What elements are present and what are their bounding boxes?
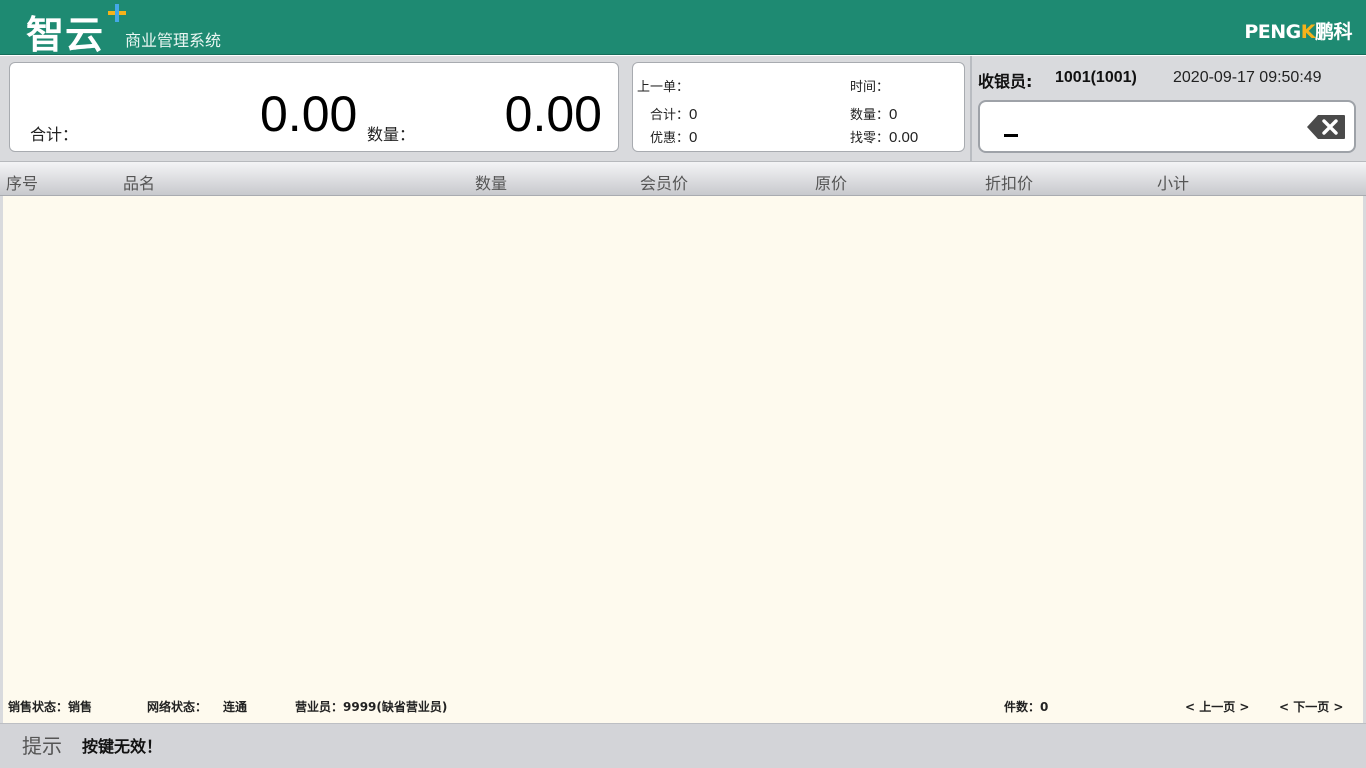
total-value: 0.00 <box>260 86 358 142</box>
next-page-button[interactable]: < 下一页 > <box>1279 698 1343 715</box>
info-band: 合计： 0.00 数量： 0.00 上一单： 时间： 合计：0 数量：0 优惠：… <box>0 56 1366 161</box>
column-header-name[interactable]: 品名 <box>123 170 155 194</box>
sale-status: 销售状态：销售 <box>8 700 93 714</box>
column-header-quantity[interactable]: 数量 <box>475 170 507 194</box>
last-order-panel: 上一单： 时间： 合计：0 数量：0 优惠：0 找零：0.00 <box>632 62 965 152</box>
last-order-title: 上一单： <box>637 80 690 95</box>
last-order-change: 找零：0.00 <box>850 129 919 146</box>
quantity-value: 0.00 <box>504 86 602 142</box>
column-header-member-price[interactable]: 会员价 <box>640 170 688 194</box>
quantity-label: 数量： <box>367 125 416 144</box>
total-label: 合计： <box>30 125 79 144</box>
app-header: 智云 商业管理系统 PENGK鹏科 <box>0 0 1366 57</box>
last-order-time-label: 时间： <box>850 80 890 95</box>
app-logo: 智云 <box>26 13 105 57</box>
backspace-icon[interactable] <box>1306 114 1346 140</box>
hint-bar: 提示 按键无效！ <box>0 723 1366 768</box>
column-header-discount-price[interactable]: 折扣价 <box>985 170 1033 194</box>
logo-plus-icon <box>108 4 126 22</box>
app-subtitle: 商业管理系统 <box>125 31 222 50</box>
network-status-label: 网络状态： <box>147 700 208 714</box>
last-order-total: 合计：0 <box>650 106 698 123</box>
column-header-index[interactable]: 序号 <box>6 170 38 194</box>
last-order-discount: 优惠：0 <box>650 129 698 146</box>
brand-logo: PENGK鹏科 <box>1244 21 1352 43</box>
column-header-original-price[interactable]: 原价 <box>815 170 847 194</box>
barcode-input[interactable] <box>978 100 1356 153</box>
hint-message: 按键无效！ <box>82 737 163 756</box>
item-table-body[interactable]: 销售状态：销售 网络状态： 连通 营业员：9999(缺省营业员) 件数：0 < … <box>3 196 1363 723</box>
totals-panel: 合计： 0.00 数量： 0.00 <box>9 62 619 152</box>
input-cursor <box>1004 134 1018 137</box>
network-status-value: 连通 <box>223 700 248 714</box>
table-header: 序号 品名 数量 会员价 原价 折扣价 小计 <box>0 161 1366 196</box>
hint-label: 提示 <box>22 734 62 758</box>
current-datetime: 2020-09-17 09:50:49 <box>1173 69 1322 86</box>
column-header-subtotal[interactable]: 小计 <box>1157 170 1189 194</box>
item-count: 件数：0 <box>1004 700 1049 714</box>
cashier-label: 收银员: <box>978 72 1033 91</box>
prev-page-button[interactable]: < 上一页 > <box>1185 698 1249 715</box>
last-order-quantity: 数量：0 <box>850 106 898 123</box>
salesperson: 营业员：9999(缺省营业员) <box>295 700 448 714</box>
panel-divider <box>970 56 972 161</box>
cashier-id: 1001(1001) <box>1055 69 1137 86</box>
